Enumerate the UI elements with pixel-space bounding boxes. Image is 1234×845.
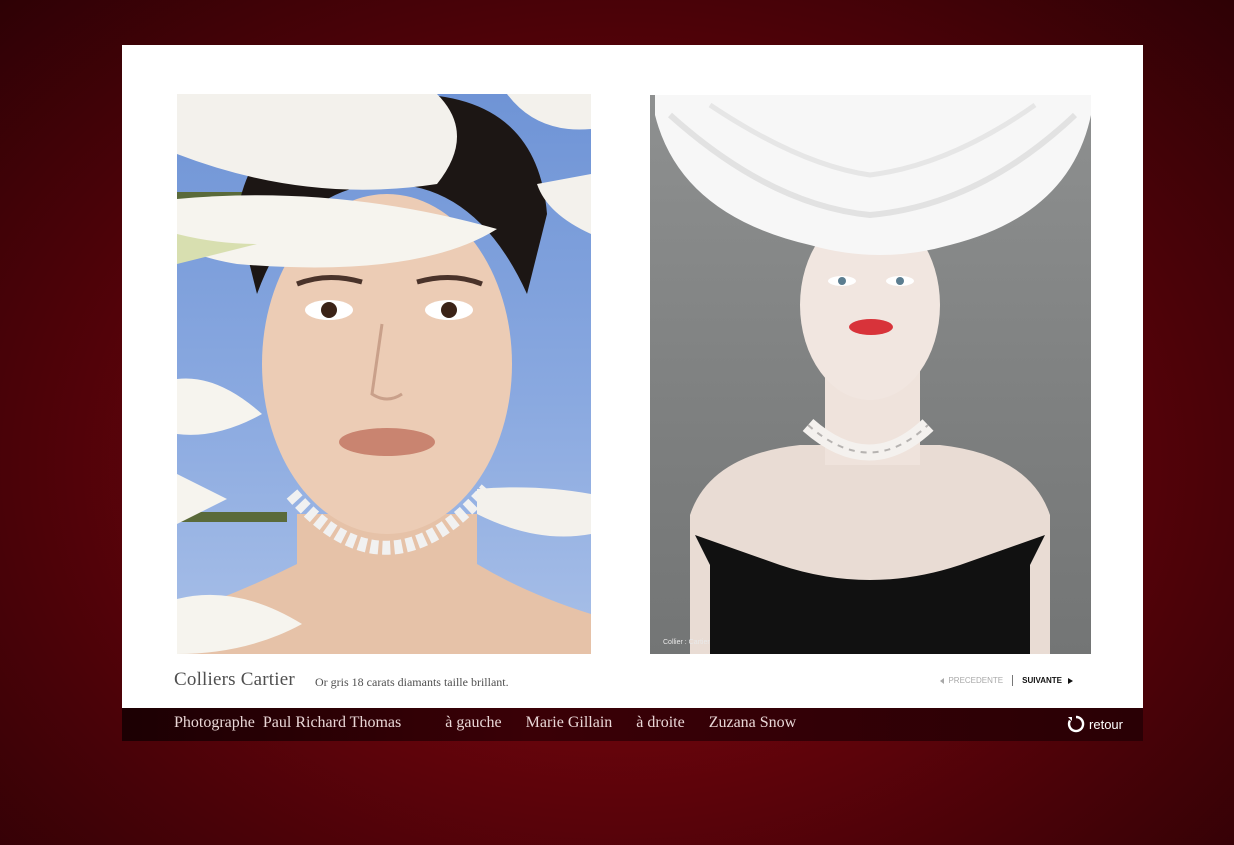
left-label: à gauche <box>445 714 502 731</box>
feather-portrait-illustration <box>655 95 1091 654</box>
pager-divider <box>1012 675 1014 686</box>
caption-detail: Or gris 18 carats diamants taille brilla… <box>315 675 509 689</box>
right-model-name: Zuzana Snow <box>708 714 797 731</box>
photo-marie-gillain <box>177 94 591 654</box>
arrow-left-icon <box>940 677 945 684</box>
left-model-name: Marie Gillain <box>525 714 613 731</box>
back-button[interactable]: retour <box>1067 715 1123 733</box>
next-button[interactable]: SUIVANTE <box>1022 676 1073 685</box>
reload-circle-icon <box>1067 715 1085 733</box>
caption-title: Colliers Cartier <box>174 669 295 690</box>
photo-zuzana-snow: Collier : Cartier <box>650 95 1091 654</box>
back-label: retour <box>1089 716 1123 732</box>
pager: PRECEDENTE SUIVANTE <box>940 675 1073 686</box>
credits-line: Photographe Paul Richard Thomas à gauche… <box>174 714 796 732</box>
previous-button[interactable]: PRECEDENTE <box>940 676 1003 685</box>
photo-credit: Collier : Cartier <box>663 639 710 646</box>
photographer-name: Paul Richard Thomas <box>262 714 402 731</box>
content-panel: Collier : Cartier Colliers Cartier Or gr… <box>122 45 1143 708</box>
credits-bar: Photographe Paul Richard Thomas à gauche… <box>122 708 1143 741</box>
next-label: SUIVANTE <box>1022 676 1062 685</box>
photographer-label: Photographe <box>174 714 255 731</box>
right-label: à droite <box>636 714 685 731</box>
lily-portrait-illustration <box>177 94 591 654</box>
previous-label: PRECEDENTE <box>948 676 1004 685</box>
arrow-right-icon <box>1068 677 1073 684</box>
